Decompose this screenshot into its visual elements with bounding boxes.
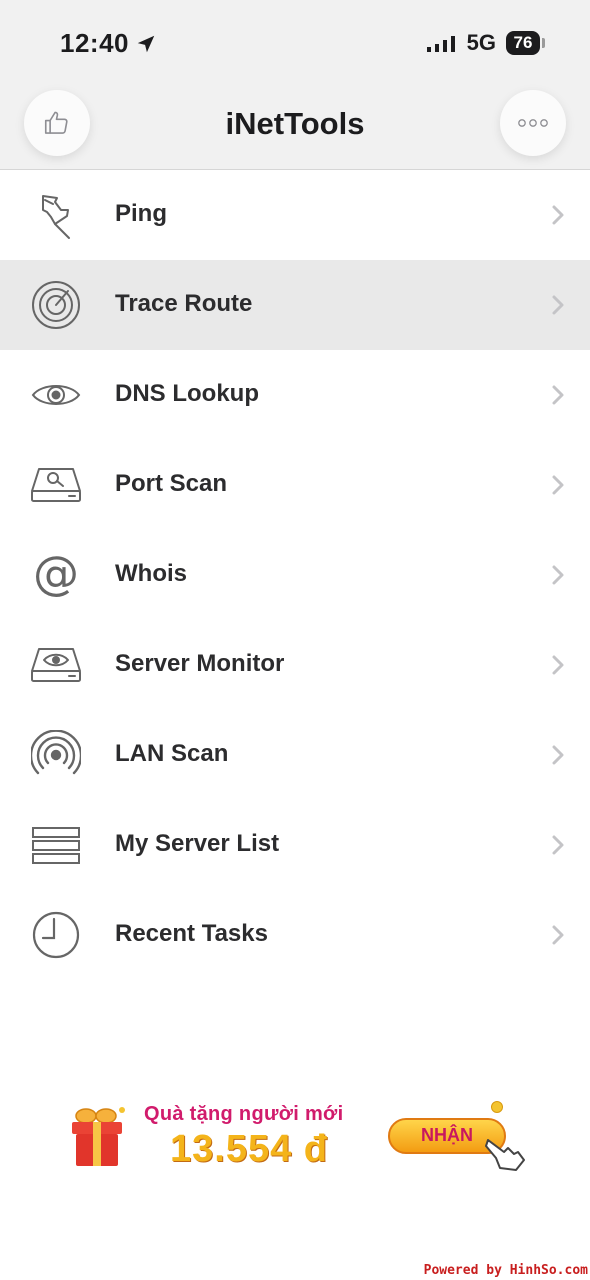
chevron-right-icon bbox=[550, 562, 566, 588]
menu-item-label: Recent Tasks bbox=[115, 920, 268, 947]
menu-item-lan-scan[interactable]: LAN Scan bbox=[0, 710, 590, 800]
menu-item-label: My Server List bbox=[115, 830, 280, 857]
menu-item-recent-tasks[interactable]: Recent Tasks bbox=[0, 890, 590, 980]
chevron-right-icon bbox=[550, 382, 566, 408]
eye-icon bbox=[28, 370, 84, 420]
wireless-icon bbox=[28, 730, 84, 780]
menu-item-label: Whois bbox=[115, 560, 187, 587]
menu-item-trace-route[interactable]: Trace Route bbox=[0, 260, 590, 350]
menu-item-label: LAN Scan bbox=[115, 740, 229, 767]
server-list-icon bbox=[28, 820, 84, 870]
location-arrow-icon bbox=[137, 35, 155, 52]
navigation-bar: iNetTools bbox=[0, 88, 590, 170]
menu-item-server-monitor[interactable]: Server Monitor bbox=[0, 620, 590, 710]
chevron-right-icon bbox=[550, 832, 566, 858]
menu-item-whois[interactable]: @ Whois bbox=[0, 530, 590, 620]
menu-item-label: DNS Lookup bbox=[115, 380, 259, 407]
menu-item-label: Ping bbox=[115, 200, 167, 227]
clock-icon bbox=[28, 910, 84, 960]
at-sign-icon: @ bbox=[28, 550, 84, 600]
drive-search-icon bbox=[28, 460, 84, 510]
pushpin-icon bbox=[28, 190, 84, 240]
menu-item-port-scan[interactable]: Port Scan bbox=[0, 440, 590, 530]
menu-item-ping[interactable]: Ping bbox=[0, 170, 590, 260]
status-bar: 12:40 5G 76 bbox=[0, 0, 590, 88]
banner-title: Quà tặng người mới bbox=[144, 1103, 344, 1125]
promo-banner[interactable]: Quà tặng người mới 13.554 đ NHẬN bbox=[64, 1094, 534, 1180]
chevron-right-icon bbox=[550, 652, 566, 678]
menu-item-label: Port Scan bbox=[115, 470, 228, 497]
more-dots-icon bbox=[518, 119, 548, 127]
status-time: 12:40 bbox=[60, 28, 157, 59]
more-options-button[interactable] bbox=[500, 90, 566, 156]
pointing-hand-icon bbox=[485, 1139, 525, 1171]
menu-item-label: Server Monitor bbox=[115, 650, 285, 677]
menu-item-dns-lookup[interactable]: DNS Lookup bbox=[0, 350, 590, 440]
chevron-right-icon bbox=[550, 202, 566, 228]
tools-menu: Ping Trace Route DNS Lookup Port Scan @ … bbox=[0, 170, 590, 980]
watermark: Powered by HinhSo.com bbox=[423, 1263, 588, 1278]
menu-item-my-server-list[interactable]: My Server List bbox=[0, 800, 590, 890]
battery-level: 76 bbox=[506, 31, 545, 55]
chevron-right-icon bbox=[550, 472, 566, 498]
gift-box-icon bbox=[72, 1107, 125, 1166]
chevron-right-icon bbox=[550, 922, 566, 948]
drive-eye-icon bbox=[28, 640, 84, 690]
time-text: 12:40 bbox=[60, 28, 129, 58]
chevron-right-icon bbox=[550, 292, 566, 318]
chevron-right-icon bbox=[550, 742, 566, 768]
coin-icon bbox=[491, 1101, 503, 1113]
signal-bars-icon bbox=[426, 36, 455, 52]
network-type: 5G bbox=[466, 30, 496, 55]
svg-text:@: @ bbox=[33, 551, 79, 599]
banner-amount: 13.554 đ bbox=[170, 1128, 328, 1170]
status-indicators: 5G 76 bbox=[426, 30, 545, 56]
menu-item-label: Trace Route bbox=[115, 290, 253, 317]
radar-icon bbox=[28, 280, 84, 330]
